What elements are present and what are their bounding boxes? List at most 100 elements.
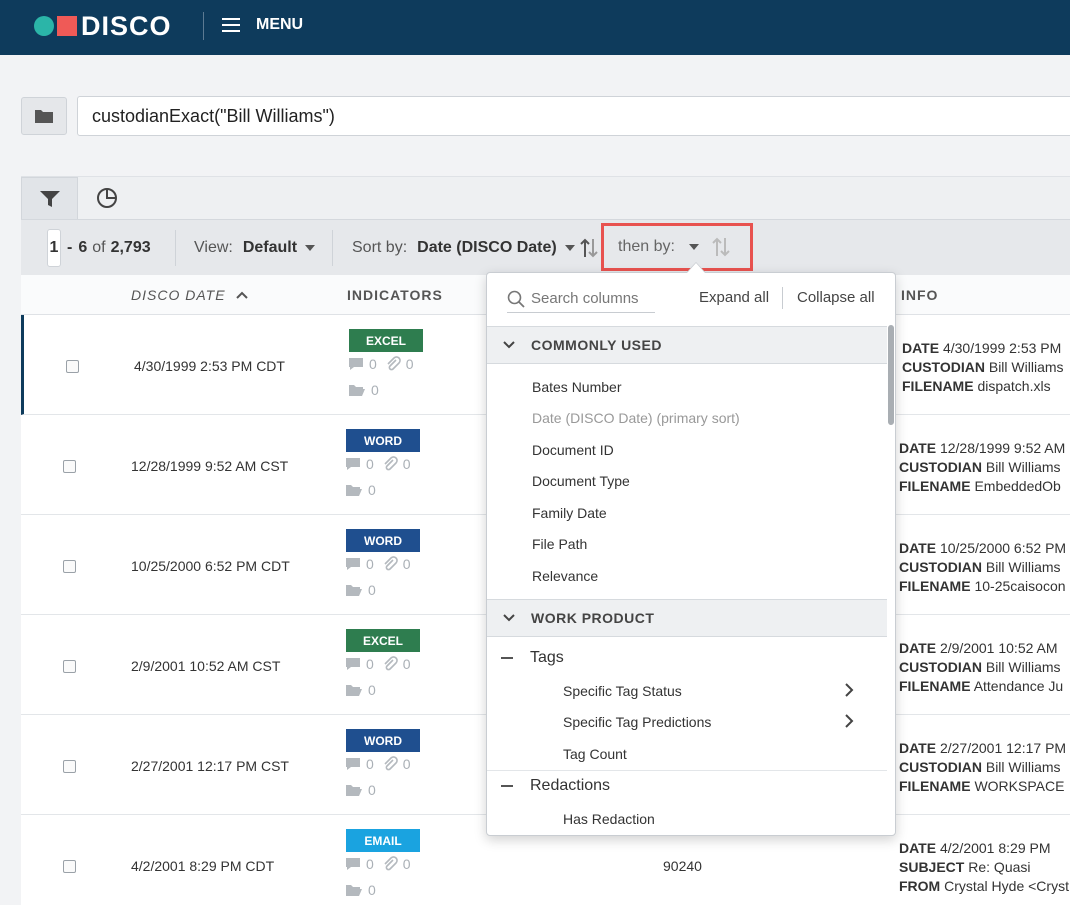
info-value: Attendance Ju	[973, 678, 1064, 694]
column-option[interactable]: Has Redaction	[563, 811, 655, 827]
row-checkbox[interactable]	[66, 360, 79, 373]
column-header-info[interactable]: INFO	[901, 287, 938, 303]
comment-count: 0	[366, 556, 374, 572]
comment-icon	[346, 858, 360, 870]
menu-label: MENU	[256, 16, 304, 33]
search-columns-input[interactable]: Search columns	[507, 285, 655, 313]
info-key: FILENAME	[899, 578, 971, 594]
folder-count: 0	[368, 482, 376, 498]
row-checkbox[interactable]	[63, 660, 76, 673]
folder-count: 0	[368, 782, 376, 798]
indicators-line: 0	[348, 382, 379, 398]
indicators-line: 0 0	[345, 756, 411, 772]
paperclip-icon	[384, 456, 398, 471]
dropdown-header: Search columns Expand all Collapse all	[487, 273, 895, 325]
subgroup-redactions[interactable]: Redactions	[501, 777, 610, 795]
column-option[interactable]: Specific Tag Predictions	[563, 714, 711, 730]
folder-count: 0	[368, 582, 376, 598]
sort-label: Sort by:	[352, 239, 408, 256]
chevron-down-icon	[564, 245, 575, 251]
header-divider	[782, 287, 783, 309]
subgroup-tags[interactable]: Tags	[501, 649, 564, 667]
then-by-sort[interactable]: then by:	[601, 223, 753, 271]
row-info: DATE 10/25/2000 6:52 PM CUSTODIAN Bill W…	[899, 539, 1081, 596]
column-option[interactable]: Family Date	[532, 505, 607, 521]
top-navbar: DISCO MENU	[0, 0, 1070, 55]
logo-dot	[34, 16, 54, 36]
info-key: CUSTODIAN	[899, 659, 982, 675]
of-label: of	[92, 239, 106, 256]
tab-filter[interactable]	[21, 177, 78, 219]
menu-button[interactable]: MENU	[222, 16, 303, 34]
column-option[interactable]: Specific Tag Status	[563, 683, 682, 699]
collapse-all-link[interactable]: Collapse all	[797, 289, 875, 306]
folder-open-icon	[346, 885, 362, 896]
group-commonly-used[interactable]: COMMONLY USED	[487, 326, 887, 364]
column-option[interactable]: Relevance	[532, 568, 598, 584]
row-checkbox[interactable]	[63, 860, 76, 873]
folder-count: 0	[368, 882, 376, 898]
search-columns-placeholder: Search columns	[531, 290, 639, 307]
sort-dropdown[interactable]: Sort by: Date (DISCO Date)	[352, 220, 575, 276]
paperclip-icon	[387, 356, 401, 371]
search-icon	[507, 290, 525, 308]
comment-icon	[346, 558, 360, 570]
doc-type-badge: EXCEL	[349, 329, 423, 352]
view-value: Default	[242, 239, 298, 256]
info-value: 10-25caisocon	[974, 578, 1066, 594]
sort-column-dropdown: Search columns Expand all Collapse all C…	[486, 272, 896, 836]
sort-ascending-icon	[236, 291, 249, 299]
range-end: 6	[78, 239, 88, 256]
group-work-product[interactable]: WORK PRODUCT	[487, 599, 887, 637]
indicators-line: 0	[345, 882, 376, 898]
attachment-count: 0	[402, 756, 411, 772]
attachment-count: 0	[402, 556, 411, 572]
info-key: DATE	[902, 340, 940, 356]
column-option[interactable]: Document ID	[532, 442, 614, 458]
logo-square	[57, 16, 77, 36]
sort-direction-icon	[712, 237, 730, 257]
indicators-line: 0 0	[345, 456, 411, 472]
column-option[interactable]: Document Type	[532, 473, 630, 489]
results-toolbar: 1 - 6 of 2,793 View: Default Sort by: Da…	[21, 219, 1081, 275]
row-checkbox[interactable]	[63, 460, 76, 473]
subgroup-label: Tags	[530, 649, 564, 666]
row-checkbox[interactable]	[63, 760, 76, 773]
info-value: Bill Williams	[985, 459, 1061, 475]
column-option[interactable]: Tag Count	[563, 746, 627, 762]
info-key: FILENAME	[899, 478, 971, 494]
tab-chart[interactable]	[78, 177, 135, 219]
info-key: FILENAME	[899, 778, 971, 794]
folder-count: 0	[368, 682, 376, 698]
view-dropdown[interactable]: View: Default	[194, 220, 316, 276]
range-start-input[interactable]: 1	[47, 229, 61, 267]
chevron-right-icon[interactable]	[844, 682, 854, 698]
group-label: WORK PRODUCT	[531, 610, 655, 626]
comment-icon	[349, 358, 363, 370]
then-by-label: then by:	[618, 238, 675, 255]
dropdown-scrollbar[interactable]	[888, 325, 894, 425]
column-header-indicators[interactable]: INDICATORS	[347, 287, 443, 303]
folder-button[interactable]	[21, 97, 67, 135]
column-header-date[interactable]: DISCO DATE	[131, 287, 249, 303]
row-doc-number: 90240	[663, 858, 702, 874]
folder-open-icon	[346, 685, 362, 696]
folder-count: 0	[371, 382, 379, 398]
sort-direction-button[interactable]	[579, 220, 599, 276]
info-key: DATE	[899, 640, 937, 656]
row-info: DATE 2/9/2001 10:52 AM CUSTODIAN Bill Wi…	[899, 639, 1081, 696]
disco-logo[interactable]: DISCO	[34, 13, 172, 40]
search-query-input[interactable]: custodianExact("Bill Williams")	[77, 96, 1077, 136]
info-key: CUSTODIAN	[902, 359, 985, 375]
info-key: CUSTODIAN	[899, 459, 982, 475]
column-option[interactable]: Bates Number	[532, 379, 621, 395]
row-checkbox[interactable]	[63, 560, 76, 573]
info-value: EmbeddedOb	[974, 478, 1061, 494]
row-date: 4/30/1999 2:53 PM CDT	[134, 358, 285, 374]
pagination-range: 1 - 6 of 2,793	[47, 220, 151, 276]
column-option[interactable]: File Path	[532, 536, 587, 552]
expand-all-link[interactable]: Expand all	[699, 289, 769, 306]
info-key: DATE	[899, 540, 937, 556]
chevron-right-icon[interactable]	[844, 713, 854, 729]
indicators-line: 0	[345, 582, 376, 598]
